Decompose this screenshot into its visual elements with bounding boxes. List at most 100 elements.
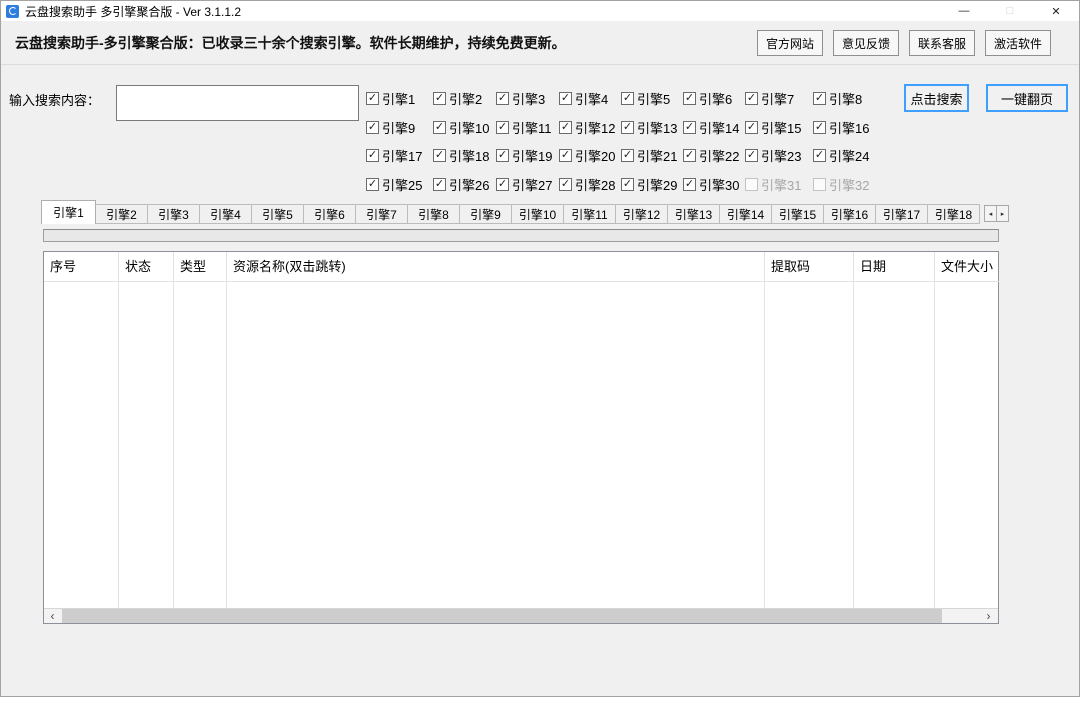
- tab-引擎14[interactable]: 引擎14: [719, 204, 772, 224]
- checkbox-icon: ✓: [745, 121, 758, 134]
- tab-引擎10[interactable]: 引擎10: [511, 204, 564, 224]
- checkbox-icon: ✓: [745, 149, 758, 162]
- tab-引擎3[interactable]: 引擎3: [147, 204, 200, 224]
- table-column: 日期: [854, 252, 935, 608]
- engine-checkbox-15[interactable]: ✓引擎15: [745, 120, 801, 134]
- engine-checkbox-10[interactable]: ✓引擎10: [433, 120, 489, 134]
- engine-checkbox-20[interactable]: ✓引擎20: [559, 148, 615, 162]
- engine-checkbox-19[interactable]: ✓引擎19: [496, 148, 552, 162]
- tab-引擎7[interactable]: 引擎7: [355, 204, 408, 224]
- engine-checkbox-label: 引擎30: [699, 175, 739, 194]
- engine-checkbox-27[interactable]: ✓引擎27: [496, 177, 552, 191]
- engine-checkbox-label: 引擎24: [829, 146, 869, 165]
- checkbox-icon: ✓: [496, 149, 509, 162]
- column-header-4[interactable]: 资源名称(双击跳转): [227, 252, 764, 282]
- column-header-3[interactable]: 类型: [174, 252, 226, 282]
- activate-button[interactable]: 激活软件: [985, 30, 1051, 56]
- minimize-button[interactable]: —: [941, 1, 987, 21]
- scrollbar-left-icon[interactable]: ‹: [44, 609, 61, 623]
- column-header-6[interactable]: 日期: [854, 252, 934, 282]
- column-header-1[interactable]: 序号: [44, 252, 118, 282]
- tab-引擎13[interactable]: 引擎13: [667, 204, 720, 224]
- engine-checkbox-13[interactable]: ✓引擎13: [621, 120, 677, 134]
- app-window: 云盘搜索助手 多引擎聚合版 - Ver 3.1.1.2 — □ ✕ 云盘搜索助手…: [0, 0, 1080, 697]
- engine-checkbox-label: 引擎29: [637, 175, 677, 194]
- engine-checkbox-14[interactable]: ✓引擎14: [683, 120, 739, 134]
- tab-引擎4[interactable]: 引擎4: [199, 204, 252, 224]
- engine-checkbox-7[interactable]: ✓引擎7: [745, 91, 794, 105]
- checkbox-icon: ✓: [366, 92, 379, 105]
- engine-checkbox-4[interactable]: ✓引擎4: [559, 91, 608, 105]
- engine-checkbox-6[interactable]: ✓引擎6: [683, 91, 732, 105]
- engine-checkbox-label: 引擎32: [829, 175, 869, 194]
- engine-checkbox-22[interactable]: ✓引擎22: [683, 148, 739, 162]
- tab-scroll-right-icon[interactable]: ▸: [996, 205, 1009, 222]
- engine-checkbox-label: 引擎20: [575, 146, 615, 165]
- engine-checkbox-9[interactable]: ✓引擎9: [366, 120, 415, 134]
- page-turn-button[interactable]: 一键翻页: [986, 84, 1068, 112]
- engine-checkbox-label: 引擎8: [829, 89, 862, 108]
- engine-checkbox-17[interactable]: ✓引擎17: [366, 148, 422, 162]
- engine-checkbox-12[interactable]: ✓引擎12: [559, 120, 615, 134]
- result-table: 序号状态类型资源名称(双击跳转)提取码日期文件大小 ‹ ›: [43, 251, 999, 624]
- engine-checkbox-24[interactable]: ✓引擎24: [813, 148, 869, 162]
- table-column: 资源名称(双击跳转): [227, 252, 765, 608]
- official-site-button[interactable]: 官方网站: [757, 30, 823, 56]
- engine-checkbox-18[interactable]: ✓引擎18: [433, 148, 489, 162]
- engine-checkbox-label: 引擎13: [637, 118, 677, 137]
- search-input-label: 输入搜索内容：: [9, 90, 100, 109]
- checkbox-icon: [813, 178, 826, 191]
- engine-checkbox-21[interactable]: ✓引擎21: [621, 148, 677, 162]
- tab-引擎1[interactable]: 引擎1: [41, 200, 96, 224]
- maximize-button[interactable]: □: [987, 1, 1033, 21]
- tab-引擎9[interactable]: 引擎9: [459, 204, 512, 224]
- tab-引擎12[interactable]: 引擎12: [615, 204, 668, 224]
- tab-引擎6[interactable]: 引擎6: [303, 204, 356, 224]
- tab-引擎2[interactable]: 引擎2: [95, 204, 148, 224]
- engine-checkbox-8[interactable]: ✓引擎8: [813, 91, 862, 105]
- checkbox-icon: ✓: [683, 121, 696, 134]
- engine-checkbox-3[interactable]: ✓引擎3: [496, 91, 545, 105]
- engine-checkbox-31: 引擎31: [745, 177, 801, 191]
- engine-checkbox-16[interactable]: ✓引擎16: [813, 120, 869, 134]
- checkbox-icon: ✓: [366, 178, 379, 191]
- engine-checkbox-11[interactable]: ✓引擎11: [496, 120, 552, 134]
- tab-引擎8[interactable]: 引擎8: [407, 204, 460, 224]
- announcement-text: 云盘搜索助手-多引擎聚合版：已收录三十余个搜索引擎。软件长期维护，持续免费更新。: [15, 21, 566, 65]
- engine-checkbox-label: 引擎10: [449, 118, 489, 137]
- engine-checkbox-label: 引擎27: [512, 175, 552, 194]
- close-button[interactable]: ✕: [1033, 1, 1079, 21]
- engine-checkbox-2[interactable]: ✓引擎2: [433, 91, 482, 105]
- tab-引擎11[interactable]: 引擎11: [563, 204, 616, 224]
- checkbox-icon: ✓: [559, 149, 572, 162]
- engine-checkbox-label: 引擎17: [382, 146, 422, 165]
- column-header-2[interactable]: 状态: [119, 252, 173, 282]
- tab-引擎17[interactable]: 引擎17: [875, 204, 928, 224]
- engine-checkbox-29[interactable]: ✓引擎29: [621, 177, 677, 191]
- contact-support-button[interactable]: 联系客服: [909, 30, 975, 56]
- scrollbar-thumb[interactable]: [62, 609, 942, 623]
- scrollbar-right-icon[interactable]: ›: [980, 609, 997, 623]
- tab-引擎18[interactable]: 引擎18: [927, 204, 980, 224]
- checkbox-icon: ✓: [683, 92, 696, 105]
- engine-checkbox-label: 引擎16: [829, 118, 869, 137]
- column-header-5[interactable]: 提取码: [765, 252, 853, 282]
- engine-checkbox-26[interactable]: ✓引擎26: [433, 177, 489, 191]
- column-header-7[interactable]: 文件大小: [935, 252, 1000, 282]
- feedback-button[interactable]: 意见反馈: [833, 30, 899, 56]
- tab-引擎16[interactable]: 引擎16: [823, 204, 876, 224]
- engine-checkbox-1[interactable]: ✓引擎1: [366, 91, 415, 105]
- tab-引擎15[interactable]: 引擎15: [771, 204, 824, 224]
- search-input[interactable]: [116, 85, 359, 121]
- engine-checkbox-30[interactable]: ✓引擎30: [683, 177, 739, 191]
- engine-checkbox-5[interactable]: ✓引擎5: [621, 91, 670, 105]
- engine-checkbox-23[interactable]: ✓引擎23: [745, 148, 801, 162]
- engine-checkbox-28[interactable]: ✓引擎28: [559, 177, 615, 191]
- horizontal-scrollbar[interactable]: ‹ ›: [44, 608, 998, 623]
- tab-引擎5[interactable]: 引擎5: [251, 204, 304, 224]
- search-button[interactable]: 点击搜索: [904, 84, 969, 112]
- checkbox-icon: ✓: [813, 149, 826, 162]
- engine-checkbox-label: 引擎11: [512, 118, 552, 137]
- engine-checkbox-label: 引擎19: [512, 146, 552, 165]
- engine-checkbox-25[interactable]: ✓引擎25: [366, 177, 422, 191]
